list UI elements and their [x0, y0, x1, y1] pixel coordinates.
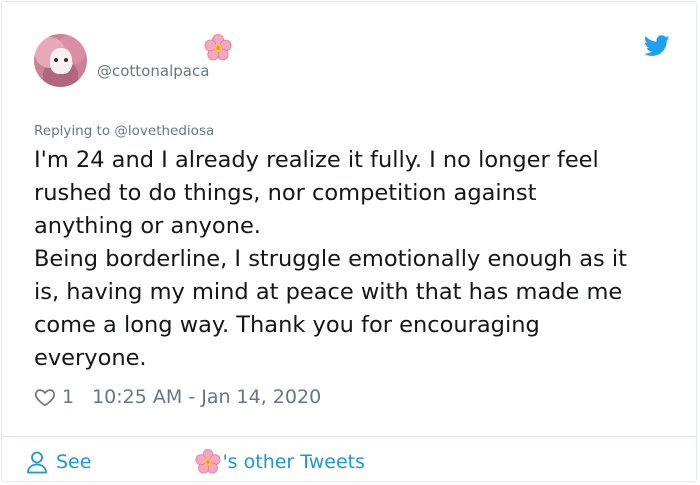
- tweet-card: @cottonalpaca Replying to @lovethediosa …: [1, 1, 697, 482]
- cherry-blossom-icon: [204, 34, 232, 61]
- heart-icon[interactable]: [34, 386, 56, 408]
- user-handle[interactable]: @cottonalpaca: [97, 62, 209, 80]
- tweet-text: I'm 24 and I already realize it fully. I…: [34, 147, 628, 371]
- avatar-eye-left: [54, 58, 58, 62]
- person-icon[interactable]: [26, 450, 48, 474]
- like-count: 1: [62, 386, 75, 408]
- tweet-meta: 1 10:25 AM - Jan 14, 2020: [34, 386, 321, 408]
- avatar-eye-right: [64, 58, 68, 62]
- cherry-blossom-icon: [195, 449, 221, 474]
- twitter-bird-icon[interactable]: [644, 35, 670, 57]
- replying-to[interactable]: Replying to @lovethediosa: [34, 123, 214, 139]
- tweet-timestamp[interactable]: 10:25 AM - Jan 14, 2020: [92, 386, 321, 408]
- divider: [2, 436, 696, 437]
- tweet-footer: See 's other Tweets: [26, 449, 365, 475]
- avatar[interactable]: [34, 34, 87, 87]
- see-profile-link[interactable]: See: [56, 451, 91, 473]
- other-tweets-link[interactable]: 's other Tweets: [222, 451, 365, 473]
